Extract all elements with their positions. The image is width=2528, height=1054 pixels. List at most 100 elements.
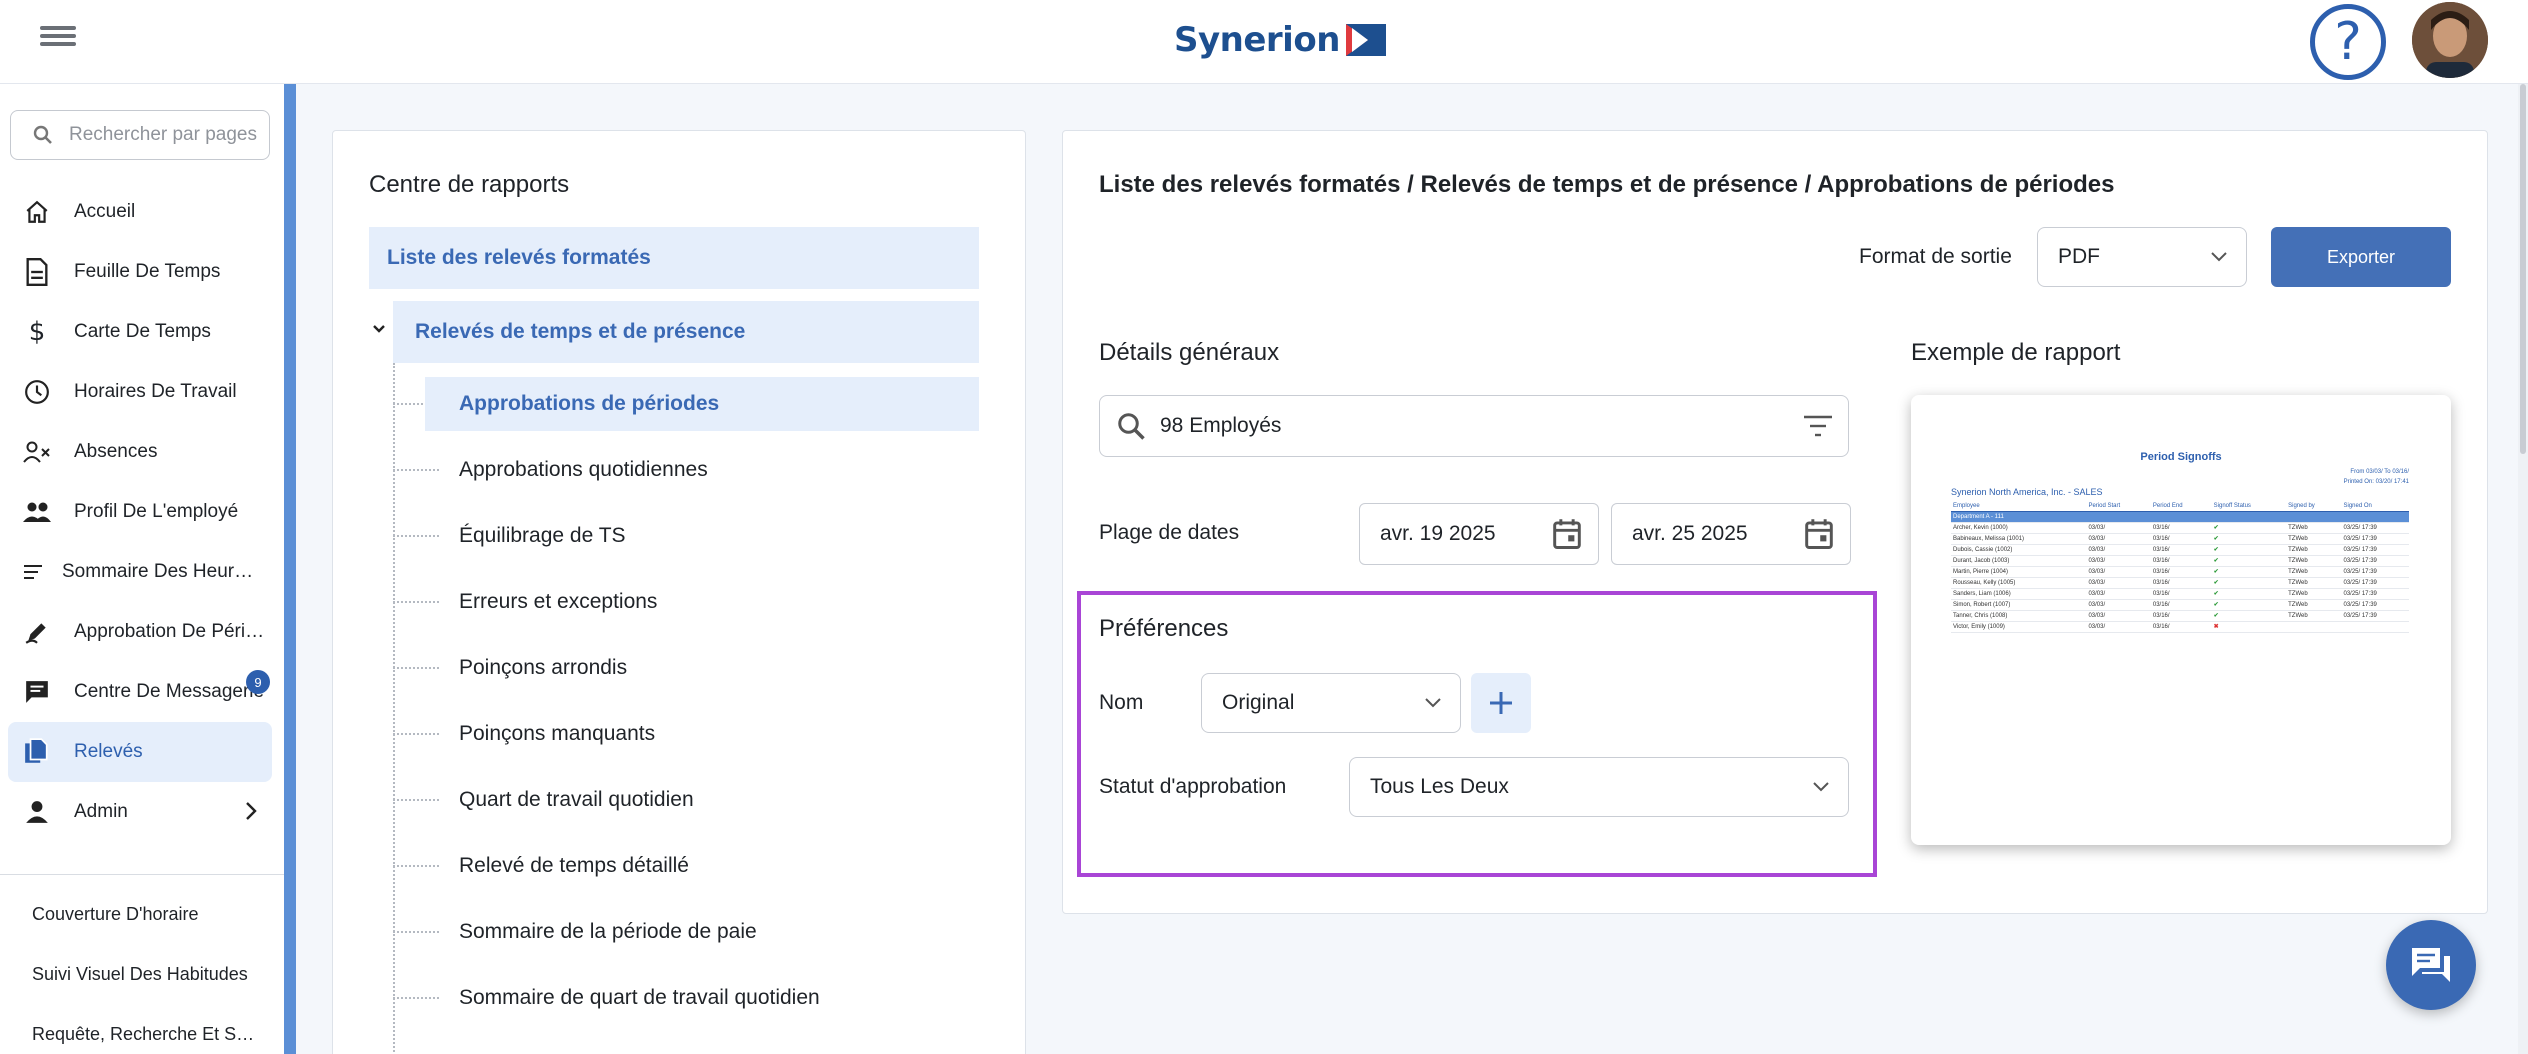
sidebar-item-profil[interactable]: Profil De L'employé: [8, 482, 272, 542]
preview-cell: 03/25/ 17:39: [2341, 588, 2409, 600]
chevron-down-icon[interactable]: [371, 323, 387, 335]
shortcut-requete[interactable]: Requête, Recherche Et Sélection: [32, 1004, 272, 1054]
report-detail-card: Liste des relevés formatés / Relevés de …: [1062, 130, 2488, 914]
sidebar-scrollbar[interactable]: [284, 84, 296, 1054]
page-scrollbar[interactable]: [2518, 84, 2528, 1054]
preview-cell: Victor, Emily (1009): [1951, 621, 2087, 633]
filter-icon[interactable]: [1802, 412, 1834, 440]
preview-cell: Martin, Pierre (1004): [1951, 566, 2087, 578]
person-x-icon: [22, 437, 52, 467]
check-icon: ✔: [2211, 544, 2287, 556]
employee-count: 98 Employés: [1160, 414, 1282, 437]
add-preference-button[interactable]: [1471, 673, 1531, 733]
preview-cell: Archer, Kevin (1000): [1951, 522, 2087, 534]
preview-cell: [2286, 621, 2342, 633]
tree-item-approbations-quotidiennes[interactable]: Approbations quotidiennes: [393, 443, 979, 497]
check-icon: ✔: [2211, 522, 2287, 534]
sidebar-item-releves[interactable]: Relevés: [8, 722, 272, 782]
preview-cell: 03/16/: [2150, 588, 2212, 600]
preview-cell: 03/03/: [2086, 588, 2151, 600]
sidebar-item-admin[interactable]: Admin: [8, 782, 272, 842]
avatar[interactable]: [2412, 2, 2488, 78]
date-to-field[interactable]: avr. 25 2025: [1611, 503, 1851, 565]
sample-report-preview[interactable]: Period Signoffs From 03/03/ To 03/16/ Pr…: [1911, 395, 2451, 845]
date-from-field[interactable]: avr. 19 2025: [1359, 503, 1599, 565]
chat-icon: [2412, 948, 2450, 982]
calendar-icon[interactable]: [1804, 518, 1834, 550]
sidebar-item-sommaire-heures[interactable]: Sommaire Des Heures De Travail: [8, 542, 272, 602]
sidebar-item-carte-de-temps[interactable]: $ Carte De Temps: [8, 302, 272, 362]
sidebar-item-absences[interactable]: Absences: [8, 422, 272, 482]
sample-report-title: Exemple de rapport: [1911, 339, 2121, 366]
top-bar: Synerion ?: [0, 0, 2528, 84]
preview-cell: 03/25/ 17:39: [2341, 544, 2409, 556]
help-button[interactable]: ?: [2310, 4, 2386, 80]
preview-cell: 03/03/: [2086, 555, 2151, 567]
check-icon: ✔: [2211, 599, 2287, 611]
chevron-down-icon: [2211, 252, 2227, 262]
preview-company: Synerion North America, Inc. - SALES: [1951, 487, 2103, 497]
tree-item-erreurs-exceptions[interactable]: Erreurs et exceptions: [393, 575, 979, 629]
preview-table-row: Tanner, Chris (1008) 03/03/03/16/✔ TZWeb 03…: [1951, 610, 2409, 622]
tree-item-releve-detaille[interactable]: Relevé de temps détaillé: [393, 839, 979, 893]
tree-item-equilibrage-ts[interactable]: Équilibrage de TS: [393, 509, 979, 563]
output-format-select[interactable]: PDF: [2037, 227, 2247, 287]
check-icon: ✔: [2211, 566, 2287, 578]
tree-group-time-attendance[interactable]: Relevés de temps et de présence: [393, 301, 979, 363]
chevron-down-icon: [1425, 698, 1441, 708]
tree-item-sommaire-quart[interactable]: Sommaire de quart de travail quotidien: [393, 971, 979, 1025]
preview-cell: 03/16/: [2150, 544, 2212, 556]
preview-cell: 03/16/: [2150, 577, 2212, 589]
employee-selector[interactable]: 98 Employés: [1099, 395, 1849, 457]
tree-item-poincons-manquants[interactable]: Poinçons manquants: [393, 707, 979, 761]
plus-icon: [1490, 692, 1512, 714]
chat-button[interactable]: [2386, 920, 2476, 1010]
preview-cell: TZWeb: [2286, 577, 2342, 589]
tree-root-formatted-reports[interactable]: Liste des relevés formatés: [369, 227, 979, 289]
preview-table-row: Rousseau, Kelly (1005) 03/03/03/16/✔ TZWeb…: [1951, 577, 2409, 589]
tree-item-quart-quotidien[interactable]: Quart de travail quotidien: [393, 773, 979, 827]
preview-cell: Rousseau, Kelly (1005): [1951, 577, 2087, 589]
tree-item-sommaire-periode-paie[interactable]: Sommaire de la période de paie: [393, 905, 979, 959]
preview-cell: Sanders, Liam (1006): [1951, 588, 2087, 600]
shortcut-couverture[interactable]: Couverture D'horaire: [32, 884, 272, 944]
sidebar-item-approbation-periodes[interactable]: Approbation De Périodes: [8, 602, 272, 662]
preview-cell: 03/03/: [2086, 544, 2151, 556]
logo-flag-icon: [1345, 24, 1386, 56]
sidebar-nav: Accueil Feuille De Temps $ Carte De Temp…: [8, 182, 272, 842]
tree-item-poincons-arrondis[interactable]: Poinçons arrondis: [393, 641, 979, 695]
preview-column-header: Period Start: [2086, 501, 2151, 512]
preview-cell: 03/16/: [2150, 599, 2212, 611]
synerion-logo[interactable]: Synerion: [1174, 12, 1386, 68]
sidebar-item-messagerie[interactable]: Centre De Messagerie 9: [8, 662, 272, 722]
page-search[interactable]: [10, 110, 270, 160]
sidebar-item-feuille-de-temps[interactable]: Feuille De Temps: [8, 242, 272, 302]
preference-name-select[interactable]: Original: [1201, 673, 1461, 733]
preview-cell: 03/16/: [2150, 610, 2212, 622]
preview-table-row: Simon, Robert (1007) 03/03/03/16/✔ TZWeb 03…: [1951, 599, 2409, 611]
preview-cell: 03/03/: [2086, 610, 2151, 622]
shortcut-suivi-visuel[interactable]: Suivi Visuel Des Habitudes: [32, 944, 272, 1004]
preview-department-row: Department A - 111: [1951, 511, 2409, 523]
preview-cell: 03/16/: [2150, 522, 2212, 534]
preview-cell: Babineaux, Melissa (1001): [1951, 533, 2087, 545]
chevron-right-icon: [246, 802, 257, 820]
sidebar-item-horaires[interactable]: Horaires De Travail: [8, 362, 272, 422]
tree-item-approbations-periodes[interactable]: Approbations de périodes: [393, 377, 979, 431]
preview-cell: TZWeb: [2286, 533, 2342, 545]
preview-cell: 03/03/: [2086, 566, 2151, 578]
sidebar-item-accueil[interactable]: Accueil: [8, 182, 272, 242]
calendar-icon[interactable]: [1552, 518, 1582, 550]
breadcrumb: Liste des relevés formatés / Relevés de …: [1099, 171, 2115, 198]
check-icon: ✔: [2211, 577, 2287, 589]
report-center-card: Centre de rapports Liste des relevés for…: [332, 130, 1026, 1054]
unread-badge: 9: [246, 670, 270, 694]
name-label: Nom: [1099, 691, 1144, 714]
preview-cell: 03/16/: [2150, 533, 2212, 545]
preview-cell: 03/16/: [2150, 621, 2212, 633]
search-input[interactable]: [69, 124, 269, 146]
approval-status-select[interactable]: Tous Les Deux: [1349, 757, 1849, 817]
export-button[interactable]: Exporter: [2271, 227, 2451, 287]
menu-icon[interactable]: [40, 22, 76, 58]
preview-column-header: Period End: [2150, 501, 2212, 512]
